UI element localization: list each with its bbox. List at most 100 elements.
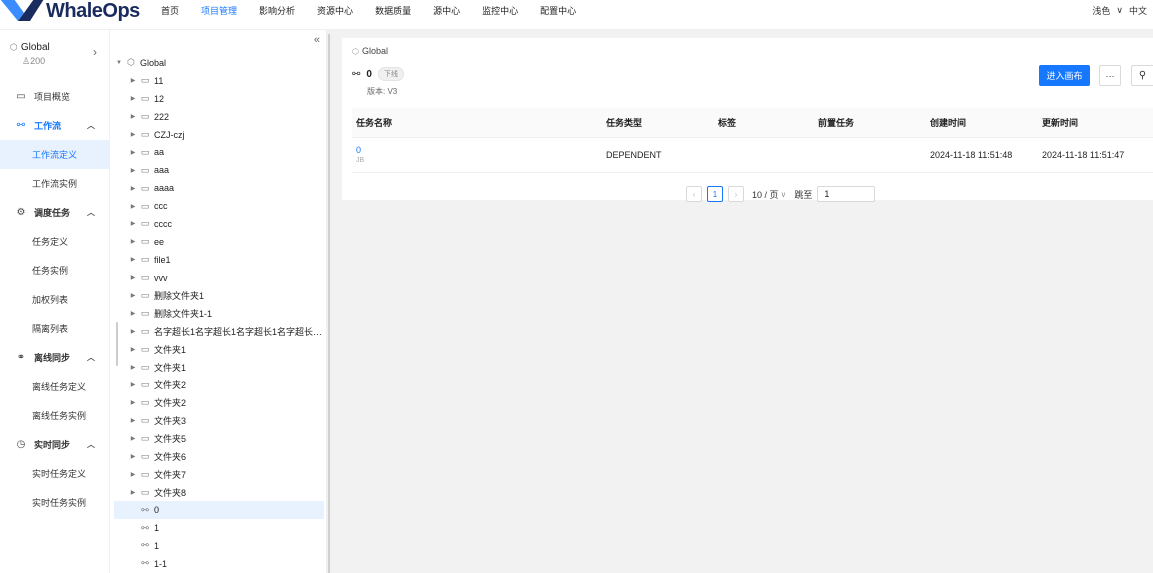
caret-right-icon[interactable]: ▶ [128, 471, 138, 478]
caret-right-icon[interactable]: ▶ [128, 77, 138, 84]
tree-folder[interactable]: ▶ ▭ 文件夹6 [114, 448, 324, 466]
tree-folder[interactable]: ▶ ▭ 文件夹1 [114, 358, 324, 376]
tree-folder[interactable]: ▶ ▭ 文件夹3 [114, 412, 324, 430]
search-icon[interactable]: ⚲ [1131, 65, 1153, 86]
tree-folder[interactable]: ▶ ▭ ccc [114, 197, 324, 215]
tree-workflow[interactable]: ⚯ 1 [114, 537, 324, 555]
splitter-handle[interactable] [328, 34, 330, 573]
nav-home[interactable]: 首页 [150, 0, 190, 22]
tree-folder[interactable]: ▶ ▭ ee [114, 233, 324, 251]
menu-task-instance[interactable]: 任务实例 [0, 256, 109, 285]
tree-scrollbar[interactable] [116, 322, 118, 366]
tree-workflow[interactable]: ⚯ 1-1 [114, 555, 324, 573]
page-size-select[interactable]: 10 / 页 ∨ [749, 186, 789, 202]
tree-folder[interactable]: ▶ ▭ 文件夹8 [114, 483, 324, 501]
theme-switch[interactable]: 浅色 [1092, 4, 1110, 17]
tree-folder[interactable]: ▶ ▭ 文件夹5 [114, 430, 324, 448]
enter-canvas-button[interactable]: 进入画布 [1039, 65, 1090, 86]
breadcrumb-item[interactable]: Global [362, 46, 388, 56]
tree-folder[interactable]: ▶ ▭ aaaa [114, 179, 324, 197]
tree-folder[interactable]: ▶ ▭ 文件夹7 [114, 465, 324, 483]
menu-group-realtime-sync[interactable]: ◷ 实时同步 ︿ [0, 430, 109, 459]
caret-right-icon[interactable]: ▶ [128, 417, 138, 424]
menu-project-overview[interactable]: ▭ 项目概览 [0, 82, 109, 111]
collapse-panel-icon[interactable]: « [314, 34, 320, 46]
menu-weight-list[interactable]: 加权列表 [0, 285, 109, 314]
menu-group-workflow[interactable]: ⚯ 工作流 ︿ [0, 111, 109, 140]
tree-folder[interactable]: ▶ ▭ 文件夹2 [114, 394, 324, 412]
jump-page-input[interactable] [817, 186, 876, 202]
chevron-right-icon[interactable]: › [93, 45, 97, 59]
caret-right-icon[interactable]: ▶ [128, 328, 138, 335]
tree-folder[interactable]: ▶ ▭ 文件夹1 [114, 340, 324, 358]
caret-right-icon[interactable]: ▶ [128, 149, 138, 156]
page-number[interactable]: 1 [707, 186, 723, 202]
chevron-down-icon[interactable]: ∨ [1116, 5, 1123, 16]
whaleops-logo[interactable]: WhaleOps [0, 0, 140, 26]
next-page-icon[interactable]: › [728, 186, 744, 202]
tree-folder[interactable]: ▶ ▭ vvv [114, 269, 324, 287]
task-name-link[interactable]: 0 [356, 145, 602, 155]
tree-root[interactable]: ▼ ⬡ Global [114, 54, 324, 72]
tree-node-label: CZJ-czj [154, 129, 185, 140]
tree-folder[interactable]: ▶ ▭ 名字超长1名字超长1名字超长1名字超长1名... [114, 322, 324, 340]
tree-folder[interactable]: ▶ ▭ cccc [114, 215, 324, 233]
caret-right-icon[interactable]: ▶ [128, 95, 138, 102]
caret-right-icon[interactable]: ▶ [128, 489, 138, 496]
tree-folder[interactable]: ▶ ▭ aaa [114, 161, 324, 179]
workspace-selector[interactable]: ⬡ Global ♙200 › [0, 30, 109, 82]
tree-folder[interactable]: ▶ ▭ 删除文件夹1-1 [114, 304, 324, 322]
caret-right-icon[interactable]: ▶ [128, 256, 138, 263]
caret-down-icon[interactable]: ▼ [114, 60, 124, 66]
tree-folder[interactable]: ▶ ▭ 11 [114, 72, 324, 90]
menu-workflow-definition[interactable]: 工作流定义 [0, 140, 109, 169]
nav-resource-center[interactable]: 资源中心 [306, 0, 364, 22]
nav-monitor-center[interactable]: 监控中心 [471, 0, 529, 22]
menu-group-schedule[interactable]: ⚙ 调度任务 ︿ [0, 198, 109, 227]
menu-workflow-instance[interactable]: 工作流实例 [0, 169, 109, 198]
caret-right-icon[interactable]: ▶ [128, 310, 138, 317]
menu-group-offline-sync[interactable]: ⚭ 离线同步 ︿ [0, 343, 109, 372]
menu-realtime-task-definition[interactable]: 实时任务定义 [0, 459, 109, 488]
menu-offline-task-instance[interactable]: 离线任务实例 [0, 401, 109, 430]
caret-right-icon[interactable]: ▶ [128, 185, 138, 192]
nav-data-quality[interactable]: 数据质量 [364, 0, 422, 22]
caret-right-icon[interactable]: ▶ [128, 381, 138, 388]
caret-right-icon[interactable]: ▶ [128, 435, 138, 442]
caret-right-icon[interactable]: ▶ [128, 220, 138, 227]
tree-folder[interactable]: ▶ ▭ 文件夹2 [114, 376, 324, 394]
caret-right-icon[interactable]: ▶ [128, 131, 138, 138]
menu-task-definition[interactable]: 任务定义 [0, 227, 109, 256]
nav-impact-analysis[interactable]: 影响分析 [248, 0, 306, 22]
nav-project-management[interactable]: 项目管理 [190, 0, 248, 22]
nav-source-center[interactable]: 源中心 [422, 0, 471, 22]
tree-folder[interactable]: ▶ ▭ 删除文件夹1 [114, 287, 324, 305]
menu-label: 任务定义 [32, 237, 69, 247]
tree-workflow[interactable]: ⚯ 0 [114, 501, 324, 520]
caret-right-icon[interactable]: ▶ [128, 274, 138, 281]
tree-workflow[interactable]: ⚯ 1 [114, 519, 324, 537]
tree-folder[interactable]: ▶ ▭ 12 [114, 90, 324, 108]
more-icon[interactable]: ··· [1099, 65, 1121, 86]
tree-folder[interactable]: ▶ ▭ aa [114, 143, 324, 161]
caret-right-icon[interactable]: ▶ [128, 238, 138, 245]
caret-right-icon[interactable]: ▶ [128, 346, 138, 353]
language-switch[interactable]: 中文 [1129, 4, 1147, 17]
caret-right-icon[interactable]: ▶ [128, 113, 138, 120]
tree-node-label: cccc [154, 218, 172, 229]
caret-right-icon[interactable]: ▶ [128, 453, 138, 460]
tree-folder[interactable]: ▶ ▭ file1 [114, 251, 324, 269]
menu-realtime-task-instance[interactable]: 实时任务实例 [0, 488, 109, 517]
caret-right-icon[interactable]: ▶ [128, 203, 138, 210]
tree-folder[interactable]: ▶ ▭ CZJ-czj [114, 126, 324, 144]
caret-right-icon[interactable]: ▶ [128, 364, 138, 371]
caret-right-icon[interactable]: ▶ [128, 399, 138, 406]
table-row[interactable]: 0 JB DEPENDENT 2024-11-18 11:51:48 2024-… [352, 137, 1153, 173]
tree-folder[interactable]: ▶ ▭ 222 [114, 108, 324, 126]
nav-config-center[interactable]: 配置中心 [529, 0, 587, 22]
caret-right-icon[interactable]: ▶ [128, 292, 138, 299]
menu-isolation-list[interactable]: 隔离列表 [0, 314, 109, 343]
menu-offline-task-definition[interactable]: 离线任务定义 [0, 372, 109, 401]
caret-right-icon[interactable]: ▶ [128, 167, 138, 174]
prev-page-icon[interactable]: ‹ [686, 186, 702, 202]
